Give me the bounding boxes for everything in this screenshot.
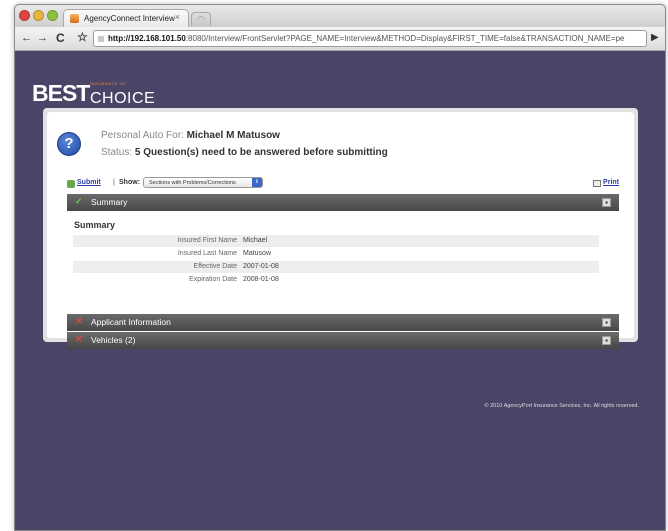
submit-link[interactable]: Submit bbox=[77, 179, 101, 186]
status-prefix: Status: bbox=[101, 147, 133, 158]
print-link[interactable]: Print bbox=[603, 179, 619, 186]
summary-title: Summary bbox=[74, 220, 116, 230]
zoom-window-button[interactable] bbox=[47, 10, 58, 21]
field-label: Insured First Name bbox=[177, 237, 237, 244]
browser-tab[interactable]: AgencyConnect Interview × bbox=[63, 9, 189, 27]
select-arrow-icon: ⇕ bbox=[252, 178, 262, 187]
summary-row: Insured First Name Michael bbox=[73, 235, 599, 247]
status-message: 5 Question(s) need to be answered before… bbox=[134, 147, 388, 158]
page-menu-icon[interactable]: ▶ bbox=[651, 32, 659, 43]
separator: | bbox=[113, 179, 115, 186]
policy-header: Personal Auto For: Michael M Matusow bbox=[101, 130, 280, 141]
insured-name: Michael M Matusow bbox=[186, 130, 280, 141]
printer-icon bbox=[593, 180, 601, 187]
show-filter-select[interactable]: Sections with Problems/Corrections ⇕ bbox=[143, 177, 263, 188]
summary-row: Effective Date 2007-01-08 bbox=[73, 261, 599, 273]
field-label: Insured Last Name bbox=[177, 250, 237, 257]
section-summary-header[interactable]: ✓ Summary ▪ bbox=[67, 194, 619, 211]
logo-tagline: INSURANCE OF bbox=[90, 81, 127, 86]
tab-close-icon[interactable]: × bbox=[175, 12, 180, 22]
copyright-footer: © 2010 AgencyPort Insurance Services, In… bbox=[484, 403, 639, 409]
best-choice-logo: BEST INSURANCE OF CHOICE bbox=[32, 80, 155, 107]
bookmark-star-icon[interactable]: ☆ bbox=[77, 30, 88, 44]
summary-section-body: Summary Insured First Name Michael Insur… bbox=[67, 212, 619, 313]
field-value: 2008-01-08 bbox=[243, 276, 279, 283]
section-label: Vehicles (2) bbox=[91, 335, 136, 345]
logo-best-text: BEST bbox=[32, 80, 90, 106]
page-content: BEST INSURANCE OF CHOICE ? Personal Auto… bbox=[15, 52, 665, 530]
status-header: Status: 5 Question(s) need to be answere… bbox=[101, 147, 388, 158]
section-applicant-header[interactable]: ✕ Applicant Information ▪ bbox=[67, 314, 619, 331]
summary-row: Expiration Date 2008-01-08 bbox=[73, 274, 599, 286]
address-bar[interactable]: http://192.168.101.50:8080/Interview/Fro… bbox=[93, 30, 647, 47]
show-filter-value: Sections with Problems/Corrections bbox=[149, 180, 236, 186]
title-bar: AgencyConnect Interview × ◠ bbox=[15, 5, 665, 27]
browser-toolbar: ← → C ☆ http://192.168.101.50:8080/Inter… bbox=[15, 27, 665, 51]
error-x-icon: ✕ bbox=[75, 316, 83, 326]
section-vehicles-header[interactable]: ✕ Vehicles (2) ▪ bbox=[67, 332, 619, 349]
section-label: Applicant Information bbox=[91, 317, 171, 327]
logo-choice-text: CHOICE bbox=[90, 90, 156, 107]
section-toggle-icon[interactable]: ▪ bbox=[602, 318, 611, 327]
forward-arrow-icon[interactable]: → bbox=[37, 32, 48, 44]
submit-icon bbox=[67, 180, 75, 188]
help-question-icon[interactable]: ? bbox=[57, 132, 81, 156]
interview-panel: ? Personal Auto For: Michael M Matusow S… bbox=[43, 108, 638, 349]
section-toggle-icon[interactable]: ▪ bbox=[602, 198, 611, 207]
policy-prefix: Personal Auto For: bbox=[101, 130, 184, 141]
field-label: Expiration Date bbox=[189, 276, 237, 283]
tab-title: AgencyConnect Interview bbox=[84, 14, 175, 23]
field-value: Matusow bbox=[243, 250, 272, 257]
section-label: Summary bbox=[91, 197, 128, 207]
interview-panel-inner: ? Personal Auto For: Michael M Matusow S… bbox=[47, 112, 634, 349]
show-label: Show: bbox=[119, 179, 140, 186]
url-host: http://192.168.101.50 bbox=[108, 34, 186, 43]
field-value: 2007-01-08 bbox=[243, 263, 279, 270]
action-bar: Submit | Show: Sections with Problems/Co… bbox=[67, 177, 619, 192]
favicon-icon bbox=[70, 14, 79, 23]
back-arrow-icon[interactable]: ← bbox=[21, 32, 32, 44]
reload-icon[interactable]: C bbox=[56, 31, 65, 45]
field-value: Michael bbox=[243, 237, 268, 244]
field-label: Effective Date bbox=[193, 263, 237, 270]
error-x-icon: ✕ bbox=[75, 334, 83, 344]
page-icon bbox=[98, 36, 104, 42]
close-window-button[interactable] bbox=[19, 10, 30, 21]
checkmark-icon: ✓ bbox=[75, 196, 83, 206]
new-tab-button[interactable]: ◠ bbox=[191, 12, 211, 26]
url-path: :8080/Interview/FrontServlet?PAGE_NAME=I… bbox=[185, 34, 625, 43]
browser-window: AgencyConnect Interview × ◠ ← → C ☆ http… bbox=[14, 4, 666, 531]
section-toggle-icon[interactable]: ▪ bbox=[602, 336, 611, 345]
summary-row: Insured Last Name Matusow bbox=[73, 248, 599, 260]
minimize-window-button[interactable] bbox=[33, 10, 44, 21]
